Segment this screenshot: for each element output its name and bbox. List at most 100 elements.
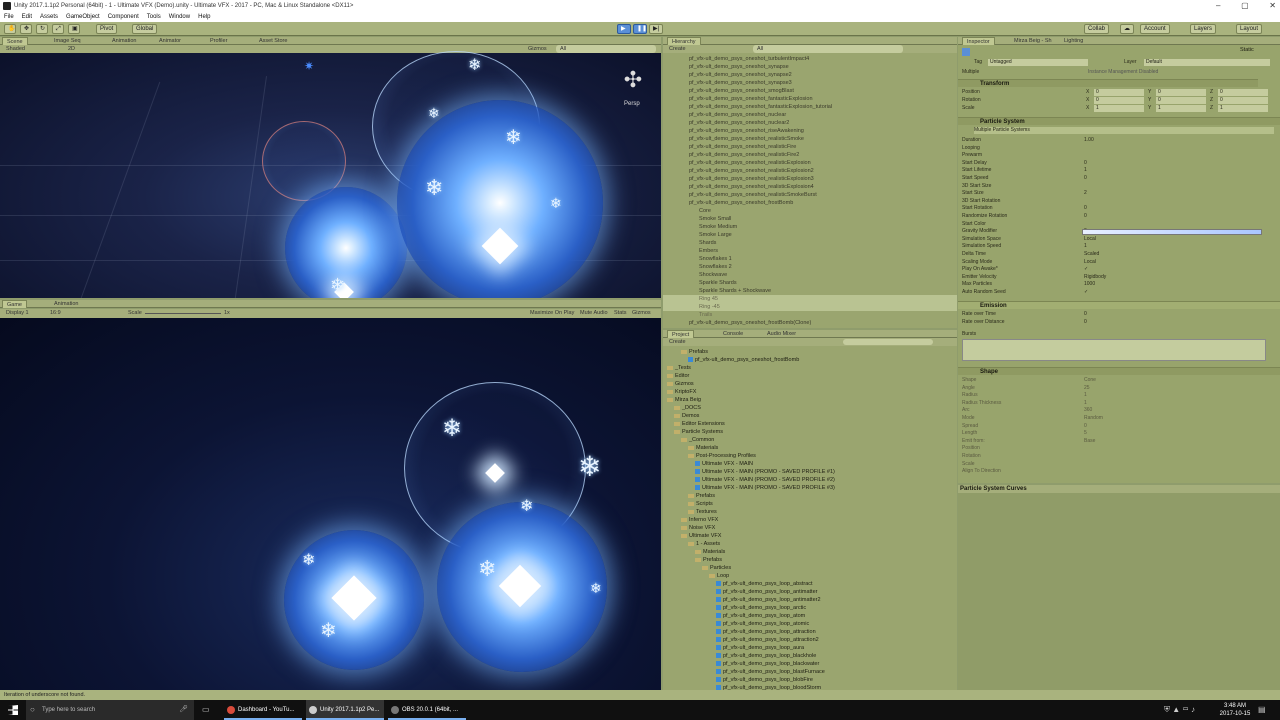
- menu-gameobject[interactable]: GameObject: [66, 12, 100, 22]
- scene-gizmos-dropdown[interactable]: Gizmos: [524, 45, 551, 53]
- project-item[interactable]: Textures: [688, 508, 717, 516]
- hierarchy-item[interactable]: pf_vfx-ult_demo_psys_oneshot_realisticFi…: [689, 143, 796, 151]
- bursts-table[interactable]: [962, 339, 1266, 361]
- hierarchy-item[interactable]: pf_vfx-ult_demo_psys_oneshot_realisticEx…: [689, 183, 814, 191]
- light-gizmo-icon[interactable]: ✷: [304, 59, 314, 73]
- project-item[interactable]: pf_vfx-ult_demo_psys_loop_attraction: [716, 628, 816, 636]
- tab-mirza-beig[interactable]: Mirza Beig - Sh: [1010, 37, 1056, 45]
- scene-view[interactable]: Shaded 2D Gizmos All ❄ ❄ ❄ ❄ ❄ ❄ ✷ ✣ Per…: [0, 45, 661, 298]
- project-item[interactable]: Ultimate VFX - MAIN (PROMO - SAVED PROFI…: [695, 476, 835, 484]
- system-tray-icons[interactable]: ⛨ ▲ ▭ ♪: [1164, 705, 1195, 715]
- shape-value[interactable]: 360: [1084, 407, 1092, 414]
- hierarchy-child[interactable]: Core: [699, 207, 711, 215]
- taskbar-app-obs[interactable]: OBS 20.0.1 (64bit, ...: [388, 700, 466, 720]
- project-item[interactable]: pf_vfx-ult_demo_psys_loop_blastFurnace: [716, 668, 825, 676]
- hierarchy-item[interactable]: pf_vfx-ult_demo_psys_oneshot_nuclear: [689, 111, 786, 119]
- shape-value[interactable]: 1: [1084, 400, 1087, 407]
- scene-orientation-gizmo[interactable]: ✣: [618, 65, 648, 95]
- hierarchy-item[interactable]: pf_vfx-ult_demo_psys_oneshot_synapse3: [689, 79, 792, 87]
- particle-system-header[interactable]: Particle System: [958, 117, 1280, 125]
- hierarchy-child[interactable]: Snowflakes 2: [699, 263, 732, 271]
- display-dropdown[interactable]: Display 1: [2, 309, 33, 317]
- hierarchy-child[interactable]: Shockwave: [699, 271, 727, 279]
- project-item[interactable]: pf_vfx-ult_demo_psys_loop_atom: [716, 612, 805, 620]
- hierarchy-item[interactable]: pf_vfx-ult_demo_psys_oneshot_frostBomb(C…: [689, 319, 811, 327]
- hierarchy-child[interactable]: Smoke Medium: [699, 223, 737, 231]
- property-value[interactable]: Rigidbody: [1084, 274, 1106, 281]
- taskbar-clock[interactable]: 3:48 AM 2017-10-15: [1218, 702, 1252, 718]
- property-value[interactable]: Local: [1084, 259, 1096, 266]
- hierarchy-child[interactable]: Snowflakes 1: [699, 255, 732, 263]
- project-item[interactable]: Materials: [688, 444, 718, 452]
- notifications-icon[interactable]: ▤: [1258, 705, 1266, 714]
- hierarchy-child[interactable]: Embers: [699, 247, 718, 255]
- project-item[interactable]: Prefabs: [695, 556, 722, 564]
- hierarchy-item[interactable]: pf_vfx-ult_demo_psys_oneshot_realisticSm…: [689, 191, 817, 199]
- taskbar-app-unity[interactable]: Unity 2017.1.1p2 Pe...: [306, 700, 384, 720]
- tab-animation-2[interactable]: Animation: [50, 300, 82, 308]
- tab-scene[interactable]: Scene: [2, 37, 28, 45]
- project-item[interactable]: _Common: [681, 436, 714, 444]
- persp-label[interactable]: Persp: [624, 101, 640, 107]
- property-value[interactable]: Local: [1084, 236, 1096, 243]
- shape-value[interactable]: 1: [1084, 392, 1087, 399]
- menu-help[interactable]: Help: [198, 12, 210, 22]
- tab-hierarchy[interactable]: Hierarchy: [667, 37, 701, 45]
- tab-animator[interactable]: Animator: [155, 37, 185, 45]
- tab-project[interactable]: Project: [667, 330, 695, 338]
- particle-curves-panel[interactable]: Particle System Curves: [958, 485, 1280, 690]
- project-item[interactable]: Prefabs: [688, 492, 715, 500]
- hierarchy-child[interactable]: Smoke Large: [699, 231, 732, 239]
- property-value[interactable]: 0: [1084, 160, 1087, 167]
- transform-header[interactable]: Transform: [958, 79, 1258, 87]
- hierarchy-item[interactable]: pf_vfx-ult_demo_psys_oneshot_fantasticEx…: [689, 95, 813, 103]
- property-value[interactable]: 1: [1084, 167, 1087, 174]
- hierarchy-child[interactable]: Sparkle Shards + Shockwave: [699, 287, 771, 295]
- play-button[interactable]: ▶: [617, 24, 631, 34]
- pause-button[interactable]: ❚❚: [633, 24, 647, 34]
- hierarchy-child[interactable]: Ring 45: [663, 295, 957, 303]
- layers-dropdown[interactable]: Layers: [1190, 24, 1217, 34]
- transform-rot_v-field[interactable]: 0: [1218, 97, 1268, 104]
- rect-tool-icon[interactable]: ▣: [68, 24, 80, 34]
- property-value[interactable]: 2: [1084, 190, 1087, 197]
- rotate-tool-icon[interactable]: ↻: [36, 24, 48, 34]
- project-search-input[interactable]: [843, 339, 933, 345]
- hierarchy-child[interactable]: Trails: [699, 311, 712, 319]
- scale-tool-icon[interactable]: ⤢: [52, 24, 64, 34]
- global-toggle[interactable]: Global: [132, 24, 158, 34]
- property-value[interactable]: ✓: [1084, 266, 1088, 273]
- property-value[interactable]: 0: [1084, 213, 1087, 220]
- start-color-swatch[interactable]: [1082, 229, 1262, 235]
- game-gizmos-dropdown[interactable]: Gizmos: [628, 309, 655, 317]
- hierarchy-item[interactable]: pf_vfx-ult_demo_psys_oneshot_synapse: [689, 63, 789, 71]
- step-button[interactable]: ▶|: [649, 24, 663, 34]
- close-icon[interactable]: ✕: [1269, 0, 1276, 12]
- hierarchy-item[interactable]: pf_vfx-ult_demo_psys_oneshot_realisticEx…: [689, 159, 811, 167]
- project-item[interactable]: pf_vfx-ult_demo_psys_loop_blobFire: [716, 676, 813, 684]
- project-item[interactable]: pf_vfx-ult_demo_psys_loop_blackwater: [716, 660, 819, 668]
- shape-value[interactable]: Random: [1084, 415, 1103, 422]
- collab-button[interactable]: Collab: [1084, 24, 1110, 34]
- property-value[interactable]: 1.00: [1084, 137, 1094, 144]
- emission-header[interactable]: Emission: [958, 301, 1280, 309]
- transform-pos_v-field[interactable]: 0: [1218, 89, 1268, 96]
- project-item[interactable]: Particle Systems: [674, 428, 723, 436]
- project-item[interactable]: Editor: [667, 372, 689, 380]
- shape-value[interactable]: 5: [1084, 430, 1087, 437]
- project-item[interactable]: pf_vfx-ult_demo_psys_loop_attraction2: [716, 636, 819, 644]
- property-value[interactable]: 1000: [1084, 281, 1095, 288]
- property-value[interactable]: Scaled: [1084, 251, 1099, 258]
- transform-scale_v-field[interactable]: 1: [1094, 105, 1144, 112]
- shape-value[interactable]: 25: [1084, 385, 1090, 392]
- project-item[interactable]: 1 - Assets: [688, 540, 720, 548]
- hierarchy-item[interactable]: pf_vfx-ult_demo_psys_oneshot_turbulentIm…: [689, 55, 809, 63]
- project-item[interactable]: Ultimate VFX - MAIN (PROMO - SAVED PROFI…: [695, 468, 835, 476]
- hierarchy-item[interactable]: pf_vfx-ult_demo_psys_oneshot_realisticEx…: [689, 175, 814, 183]
- tab-animation[interactable]: Animation: [108, 37, 140, 45]
- project-item[interactable]: pf_vfx-ult_demo_psys_loop_antimatter2: [716, 596, 821, 604]
- hierarchy-child[interactable]: Smoke Small: [699, 215, 731, 223]
- hierarchy-item[interactable]: pf_vfx-ult_demo_psys_oneshot_riseAwakeni…: [689, 127, 804, 135]
- property-value[interactable]: ✓: [1084, 289, 1088, 296]
- microphone-icon[interactable]: 🎤︎: [179, 700, 188, 720]
